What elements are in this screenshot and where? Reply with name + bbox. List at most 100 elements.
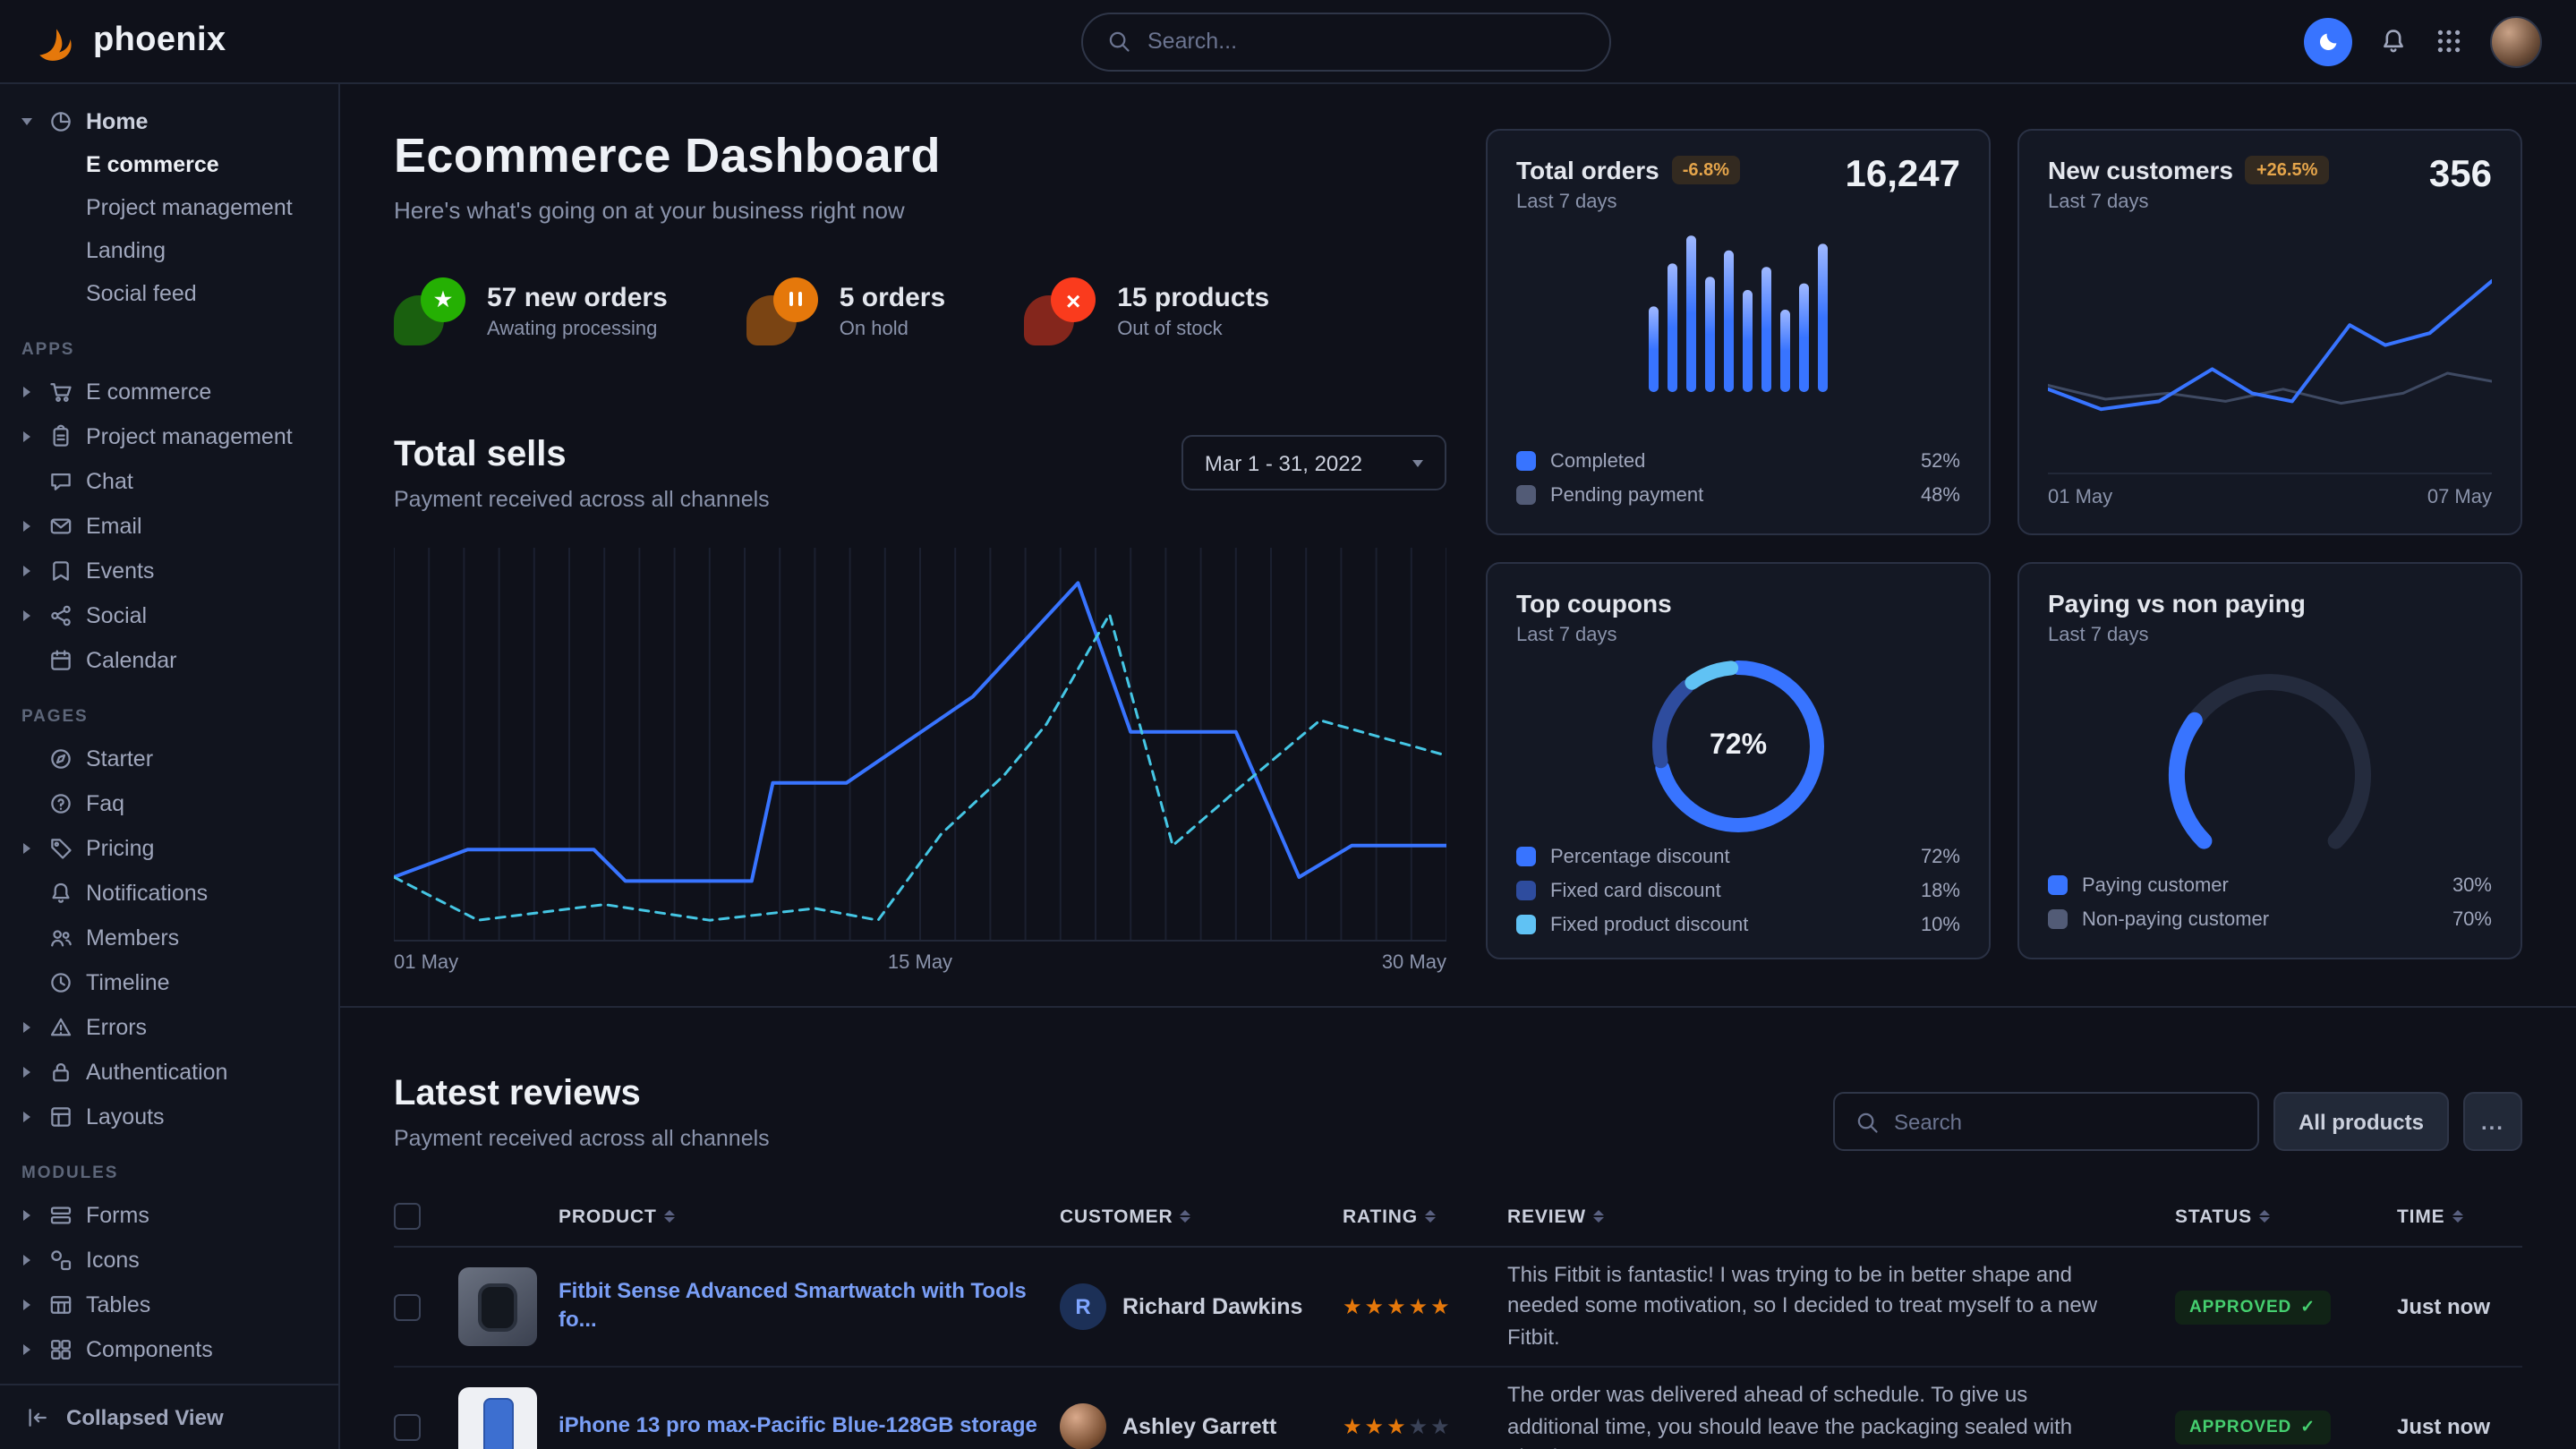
date-range-value: Mar 1 - 31, 2022 [1205, 450, 1362, 475]
cart-icon [48, 379, 73, 404]
sidebar-item-forms[interactable]: Forms [18, 1192, 320, 1237]
sidebar-item-home[interactable]: Home [18, 98, 320, 143]
sidebar-section-label: MODULES [21, 1163, 320, 1183]
chevron-down-icon [21, 117, 32, 124]
latest-reviews-section: Latest reviews Payment received across a… [340, 1008, 2576, 1449]
latest-reviews-subtitle: Payment received across all channels [394, 1126, 770, 1151]
sort-icon [2259, 1210, 2270, 1223]
sidebar-item-e-commerce[interactable]: E commerce [18, 143, 320, 186]
star-icon: ★ [1409, 1415, 1431, 1440]
notifications-button[interactable] [2379, 27, 2408, 55]
sidebar-item-social-feed[interactable]: Social feed [18, 272, 320, 315]
sidebar-item-tables[interactable]: Tables [18, 1282, 320, 1326]
sidebar-item-project-management[interactable]: Project management [18, 413, 320, 458]
collapsed-view-toggle[interactable]: Collapsed View [0, 1384, 338, 1449]
more-actions-button[interactable]: ... [2463, 1092, 2522, 1151]
sidebar-item-landing[interactable]: Landing [18, 229, 320, 272]
apps-menu-button[interactable] [2435, 27, 2463, 55]
user-avatar[interactable] [2490, 15, 2542, 67]
calendar-icon [48, 647, 73, 672]
sidebar-item-authentication[interactable]: Authentication [18, 1049, 320, 1094]
column-header-product[interactable]: PRODUCT [559, 1206, 1045, 1227]
top-coupons-card: Top coupons Last 7 days 72% Percentage d… [1486, 562, 1991, 959]
theme-toggle-button[interactable] [2304, 17, 2352, 65]
legend-swatch [2048, 909, 2068, 929]
email-icon [48, 513, 73, 538]
events-icon [48, 558, 73, 583]
sidebar-item-layouts[interactable]: Layouts [18, 1094, 320, 1138]
compass-icon [48, 746, 73, 771]
legend-label: Pending payment [1550, 484, 1703, 506]
total-sells-title: Total sells [394, 435, 770, 476]
column-header-review[interactable]: REVIEW [1507, 1206, 2161, 1227]
global-search-input[interactable] [1147, 29, 1586, 54]
column-header-customer[interactable]: CUSTOMER [1060, 1206, 1328, 1227]
date-range-select[interactable]: Mar 1 - 31, 2022 [1181, 435, 1446, 490]
sidebar-item-project-management[interactable]: Project management [18, 186, 320, 229]
star-icon: ★ [1430, 1415, 1453, 1440]
legend-item: Paying customer 30% [2048, 872, 2492, 899]
product-link[interactable]: Fitbit Sense Advanced Smartwatch with To… [559, 1279, 1045, 1334]
sidebar-item-faq[interactable]: Faq [18, 780, 320, 825]
legend-item: Fixed product discount 10% [1516, 911, 1960, 938]
sidebar-item-components[interactable]: Components [18, 1326, 320, 1371]
total-sells-subtitle: Payment received across all channels [394, 487, 770, 512]
sidebar-item-calendar[interactable]: Calendar [18, 637, 320, 682]
reviews-search-input[interactable] [1894, 1109, 2238, 1134]
sidebar-item-members[interactable]: Members [18, 915, 320, 959]
stat-item: 5 orders On hold [746, 277, 945, 345]
product-link[interactable]: iPhone 13 pro max-Pacific Blue-128GB sto… [559, 1413, 1045, 1441]
sort-icon [2452, 1210, 2463, 1223]
card-period: Last 7 days [2048, 192, 2492, 213]
card-title: Top coupons [1516, 589, 1672, 618]
select-all-checkbox[interactable] [394, 1203, 421, 1230]
total-sells-chart [394, 548, 1446, 942]
table-icon [48, 1291, 73, 1317]
total-orders-card: Total orders -6.8% Last 7 days 16,247 Co… [1486, 129, 1991, 535]
top-navbar: phoenix [0, 0, 2576, 84]
sidebar-item-icons[interactable]: Icons [18, 1237, 320, 1282]
status-badge: APPROVED✓ [2175, 1291, 2330, 1325]
search-icon [1855, 1109, 1880, 1134]
sidebar-item-chat[interactable]: Chat [18, 458, 320, 503]
legend-swatch [1516, 915, 1536, 934]
stat-value: 15 products [1117, 283, 1269, 313]
sidebar-item-notifications[interactable]: Notifications [18, 870, 320, 915]
chevron-right-icon [23, 1343, 30, 1354]
legend-swatch [1516, 881, 1536, 900]
sidebar-item-errors[interactable]: Errors [18, 1004, 320, 1049]
search-icon [1106, 29, 1131, 54]
all-products-button[interactable]: All products [2273, 1092, 2449, 1151]
row-checkbox[interactable] [394, 1293, 421, 1320]
status-cell: APPROVED✓ [2175, 1289, 2383, 1325]
global-search[interactable] [1081, 12, 1611, 71]
brand[interactable]: phoenix [34, 19, 226, 64]
legend-value: 30% [2452, 874, 2492, 896]
sidebar-item-email[interactable]: Email [18, 503, 320, 548]
paying-gauge-chart [2048, 664, 2492, 850]
lock-icon [48, 1059, 73, 1084]
column-header-rating[interactable]: RATING [1343, 1206, 1493, 1227]
star-icon: ★ [1386, 1294, 1409, 1319]
reviews-search[interactable] [1833, 1092, 2259, 1151]
legend-item: Fixed card discount 18% [1516, 877, 1960, 904]
sidebar-item-events[interactable]: Events [18, 548, 320, 592]
sidebar-item-e-commerce[interactable]: E commerce [18, 369, 320, 413]
reviews-table-body: Fitbit Sense Advanced Smartwatch with To… [394, 1248, 2522, 1449]
main-content: Ecommerce Dashboard Here's what's going … [340, 84, 2576, 1449]
column-header-time[interactable]: TIME [2397, 1206, 2522, 1227]
customer-name: Richard Dawkins [1122, 1294, 1302, 1319]
star-badge-icon: ★ [394, 277, 465, 345]
sort-icon [664, 1210, 675, 1223]
sidebar-item-timeline[interactable]: Timeline [18, 959, 320, 1004]
chevron-right-icon [23, 430, 30, 441]
sidebar-item-pricing[interactable]: Pricing [18, 825, 320, 870]
row-checkbox[interactable] [394, 1414, 421, 1441]
chevron-down-icon [1412, 459, 1423, 466]
legend-item: Completed 52% [1516, 447, 1960, 474]
column-header-status[interactable]: STATUS [2175, 1206, 2383, 1227]
sidebar-item-starter[interactable]: Starter [18, 736, 320, 780]
page-title: Ecommerce Dashboard [394, 129, 1446, 184]
chevron-right-icon [23, 1254, 30, 1265]
sidebar-item-social[interactable]: Social [18, 592, 320, 637]
